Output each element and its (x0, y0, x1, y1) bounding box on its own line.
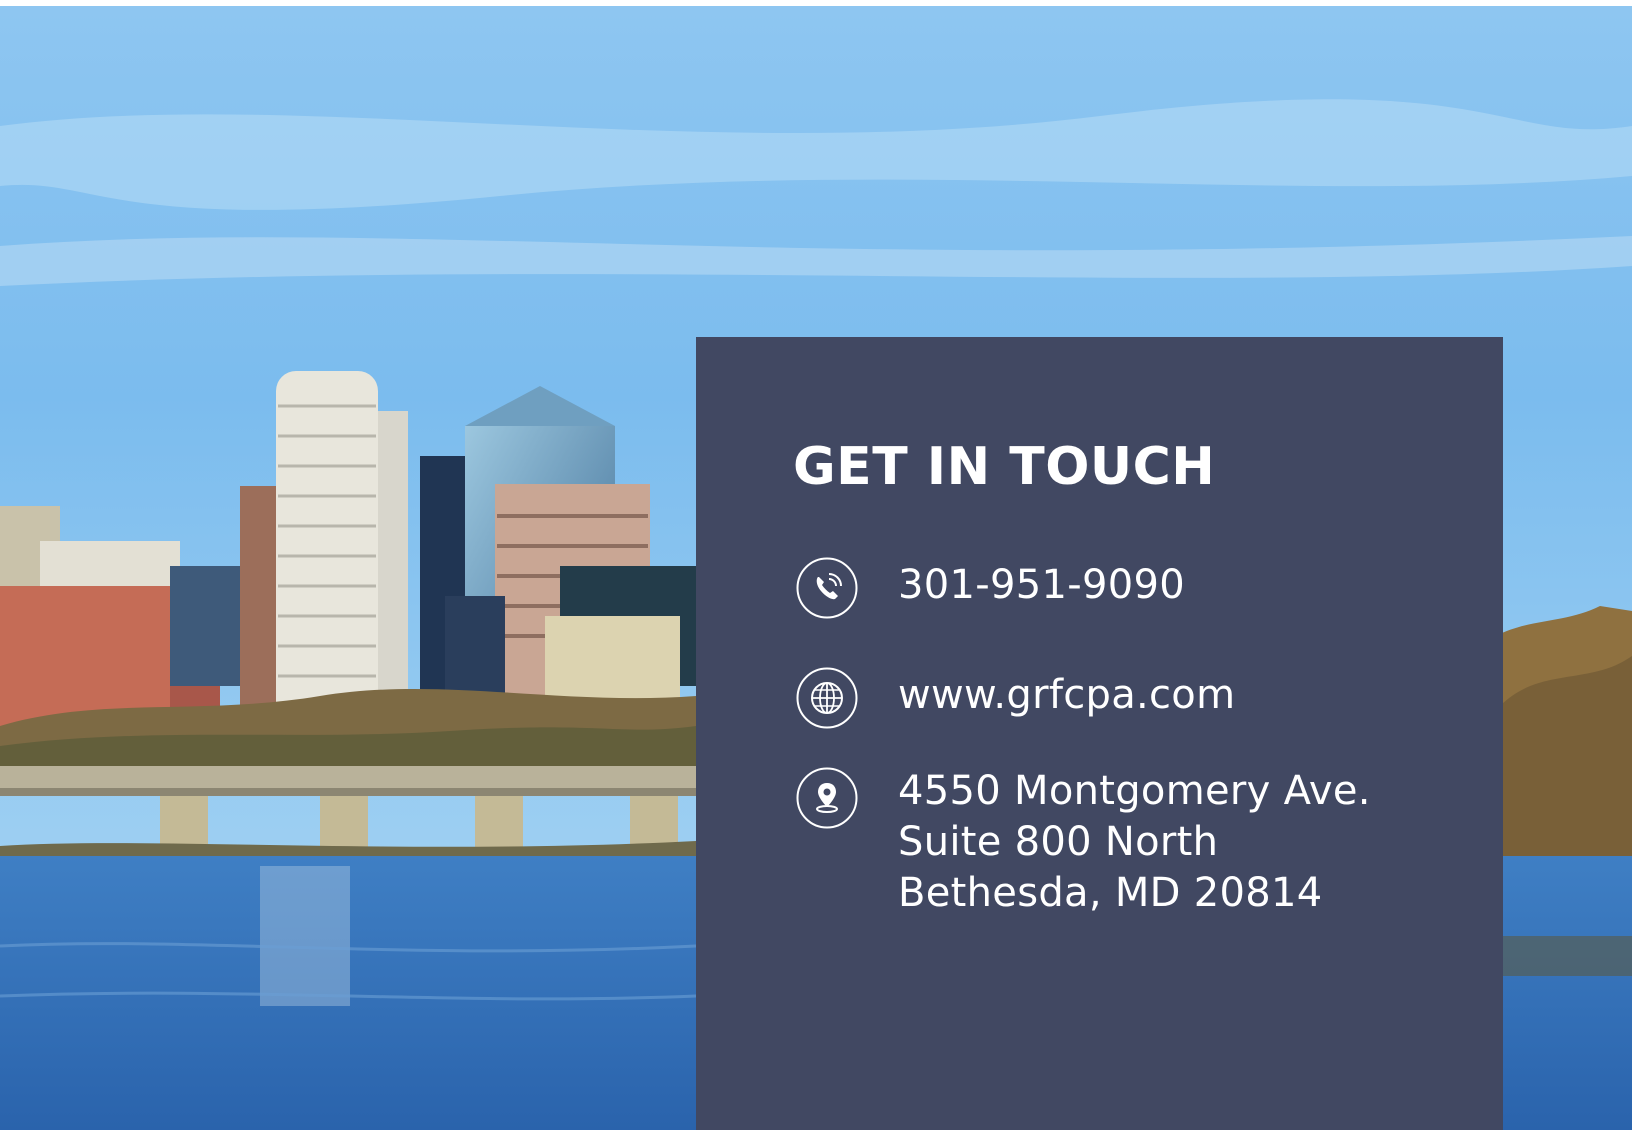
phone-number[interactable]: 301-951-9090 (898, 560, 1185, 611)
location-pin-icon (796, 767, 858, 829)
address-line-3: Bethesda, MD 20814 (898, 870, 1323, 916)
card-title: GET IN TOUCH (793, 437, 1216, 497)
address-line-1: 4550 Montgomery Ave. (898, 768, 1371, 814)
address: 4550 Montgomery Ave. Suite 800 North Bet… (898, 766, 1371, 919)
website-link[interactable]: www.grfcpa.com (898, 670, 1235, 721)
contact-page: GET IN TOUCH 301-951-9090 www.grfcpa.com… (0, 0, 1632, 1130)
contact-row-address: 4550 Montgomery Ave. Suite 800 North Bet… (796, 767, 1371, 919)
address-line-2: Suite 800 North (898, 819, 1219, 865)
contact-row-phone: 301-951-9090 (796, 557, 1185, 619)
top-border (0, 0, 1632, 6)
phone-icon (796, 557, 858, 619)
contact-row-website: www.grfcpa.com (796, 667, 1235, 729)
globe-icon (796, 667, 858, 729)
contact-card: GET IN TOUCH 301-951-9090 www.grfcpa.com… (696, 337, 1503, 1130)
